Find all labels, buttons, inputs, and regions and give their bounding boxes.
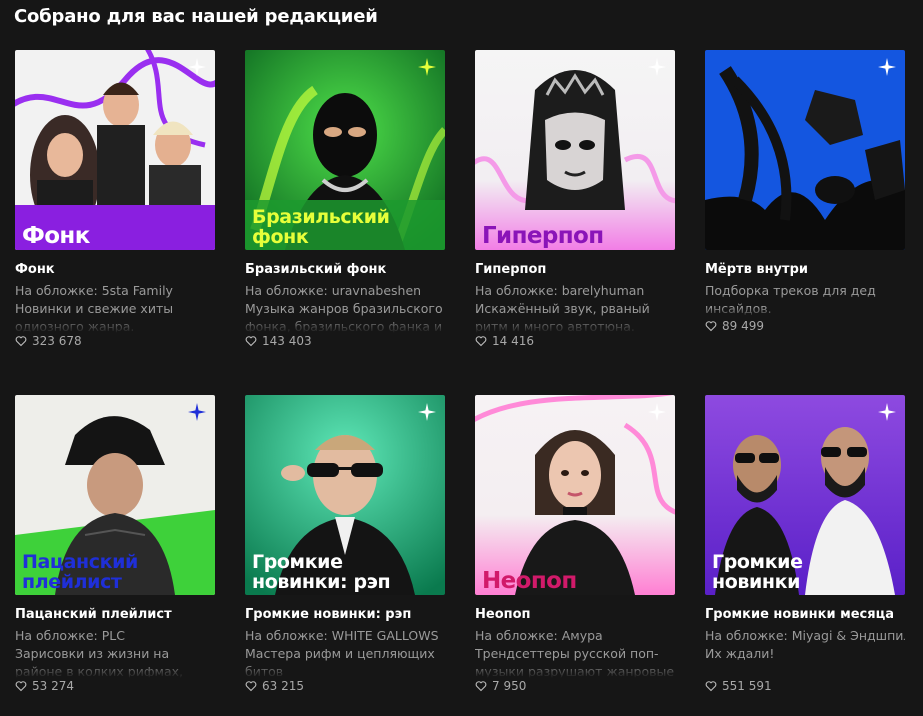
likes-counter[interactable]: 7 950 bbox=[475, 679, 675, 693]
likes-count: 14 416 bbox=[492, 334, 534, 348]
playlist-cover[interactable]: Громкие новинки bbox=[705, 395, 905, 595]
heart-icon[interactable] bbox=[245, 335, 257, 347]
description-text: Их ждали! bbox=[705, 646, 775, 661]
playlist-name[interactable]: Громкие новинки: рэп bbox=[245, 607, 445, 622]
playlist-cover[interactable]: Пацанский плейлист bbox=[15, 395, 215, 595]
likes-counter[interactable]: 14 416 bbox=[475, 334, 675, 348]
playlist-name[interactable]: Неопоп bbox=[475, 607, 675, 622]
likes-counter[interactable]: 323 678 bbox=[15, 334, 215, 348]
cover-title: Фонк bbox=[22, 223, 90, 249]
likes-count: 63 215 bbox=[262, 679, 304, 693]
cover-title: Гиперпоп bbox=[482, 223, 604, 249]
playlist-card-phonk[interactable]: Фонк Фонк На обложке: 5sta Family Новинк… bbox=[15, 50, 215, 348]
playlist-card-patsansky[interactable]: Пацанский плейлист Пацанский плейлист На… bbox=[15, 395, 215, 693]
likes-count: 551 591 bbox=[722, 679, 772, 693]
playlist-card-dead-inside[interactable]: Мёртв внутри Подборка треков для дед инс… bbox=[705, 50, 905, 333]
playlist-cover[interactable] bbox=[705, 50, 905, 250]
likes-count: 7 950 bbox=[492, 679, 527, 693]
cover-title: Бразильский фонк bbox=[252, 206, 390, 248]
playlist-name[interactable]: Бразильский фонк bbox=[245, 262, 445, 277]
editorial-playlists-page: Собрано для вас нашей редакцией Фонк Фон… bbox=[0, 0, 923, 716]
description-text: Зарисовки из жизни на районе в колких ри… bbox=[15, 646, 183, 678]
playlist-description: Подборка треков для дед инсайдов. bbox=[705, 282, 905, 318]
playlist-description: На обложке: PLC Зарисовки из жизни на ра… bbox=[15, 627, 215, 678]
playlist-name[interactable]: Пацанский плейлист bbox=[15, 607, 215, 622]
sparkle-icon bbox=[648, 58, 666, 76]
likes-counter[interactable]: 551 591 bbox=[705, 679, 905, 693]
playlist-description: На обложке: uravnabeshen Музыка жанров б… bbox=[245, 282, 445, 333]
sparkle-icon bbox=[188, 403, 206, 421]
cover-title: Неопоп bbox=[482, 568, 577, 594]
cover-caption: На обложке: barelyhuman bbox=[475, 283, 645, 298]
cover-caption: На обложке: Miyagi & Эндшпиль bbox=[705, 628, 905, 643]
description-text: Трендсеттеры русской поп-музыки разрушаю… bbox=[475, 646, 675, 678]
section-title: Собрано для вас нашей редакцией bbox=[14, 6, 378, 27]
cover-caption: На обложке: PLC bbox=[15, 628, 125, 643]
playlist-name[interactable]: Мёртв внутри bbox=[705, 262, 905, 277]
playlist-card-neopop[interactable]: Неопоп Неопоп На обложке: Амура Трендсет… bbox=[475, 395, 675, 693]
likes-count: 53 274 bbox=[32, 679, 74, 693]
cover-caption: На обложке: uravnabeshen bbox=[245, 283, 422, 298]
likes-count: 89 499 bbox=[722, 319, 764, 333]
cover-caption: На обложке: Амура bbox=[475, 628, 603, 643]
description-text: Искажённый звук, рваный ритм и много авт… bbox=[475, 301, 650, 333]
playlist-description: На обложке: barelyhuman Искажённый звук,… bbox=[475, 282, 675, 333]
playlist-name[interactable]: Гиперпоп bbox=[475, 262, 675, 277]
cover-artwork bbox=[15, 50, 215, 250]
playlist-card-loud-new-month[interactable]: Громкие новинки Громкие новинки месяца Н… bbox=[705, 395, 905, 693]
likes-counter[interactable]: 53 274 bbox=[15, 679, 215, 693]
cover-caption: На обложке: WHITE GALLOWS bbox=[245, 628, 439, 643]
playlist-card-hyperpop[interactable]: Гиперпоп Гиперпоп На обложке: barelyhuma… bbox=[475, 50, 675, 348]
sparkle-icon bbox=[878, 403, 896, 421]
likes-counter[interactable]: 143 403 bbox=[245, 334, 445, 348]
likes-counter[interactable]: 63 215 bbox=[245, 679, 445, 693]
heart-icon[interactable] bbox=[705, 680, 717, 692]
cover-title: Громкие новинки bbox=[712, 551, 803, 593]
sparkle-icon bbox=[418, 403, 436, 421]
playlist-name[interactable]: Громкие новинки месяца bbox=[705, 607, 905, 622]
heart-icon[interactable] bbox=[475, 680, 487, 692]
cover-artwork bbox=[475, 50, 675, 250]
playlist-cover[interactable]: Гиперпоп bbox=[475, 50, 675, 250]
description-text: Новинки и свежие хиты одиозного жанра. bbox=[15, 301, 174, 333]
heart-icon[interactable] bbox=[475, 335, 487, 347]
sparkle-icon bbox=[878, 58, 896, 76]
cover-title: Громкие новинки: рэп bbox=[252, 551, 391, 593]
likes-count: 323 678 bbox=[32, 334, 82, 348]
playlist-card-brazilian-phonk[interactable]: Бразильский фонк Бразильский фонк На обл… bbox=[245, 50, 445, 348]
sparkle-icon bbox=[418, 58, 436, 76]
likes-counter[interactable]: 89 499 bbox=[705, 319, 905, 333]
sparkle-icon bbox=[188, 58, 206, 76]
cover-artwork bbox=[705, 50, 905, 250]
heart-icon[interactable] bbox=[15, 335, 27, 347]
cover-artwork bbox=[475, 395, 675, 595]
heart-icon[interactable] bbox=[245, 680, 257, 692]
playlist-description: На обложке: WHITE GALLOWS Мастера рифм и… bbox=[245, 627, 445, 678]
playlist-card-loud-new-rap[interactable]: Громкие новинки: рэп Громкие новинки: рэ… bbox=[245, 395, 445, 693]
description-text: Мастера рифм и цепляющих битов bbox=[245, 646, 435, 678]
playlist-cover[interactable]: Фонк bbox=[15, 50, 215, 250]
playlist-description: На обложке: Miyagi & Эндшпиль Их ждали! bbox=[705, 627, 905, 678]
cover-title: Пацанский плейлист bbox=[22, 551, 138, 593]
cover-caption: На обложке: 5sta Family bbox=[15, 283, 173, 298]
sparkle-icon bbox=[648, 403, 666, 421]
heart-icon[interactable] bbox=[15, 680, 27, 692]
playlist-description: На обложке: 5sta Family Новинки и свежие… bbox=[15, 282, 215, 333]
heart-icon[interactable] bbox=[705, 320, 717, 332]
description-text: Музыка жанров бразильского фонка, бразил… bbox=[245, 301, 443, 333]
playlist-cover[interactable]: Неопоп bbox=[475, 395, 675, 595]
playlist-cover[interactable]: Громкие новинки: рэп bbox=[245, 395, 445, 595]
description-text: Подборка треков для дед инсайдов. bbox=[705, 283, 876, 316]
playlist-name[interactable]: Фонк bbox=[15, 262, 215, 277]
likes-count: 143 403 bbox=[262, 334, 312, 348]
playlist-description: На обложке: Амура Трендсеттеры русской п… bbox=[475, 627, 675, 678]
playlist-cover[interactable]: Бразильский фонк bbox=[245, 50, 445, 250]
